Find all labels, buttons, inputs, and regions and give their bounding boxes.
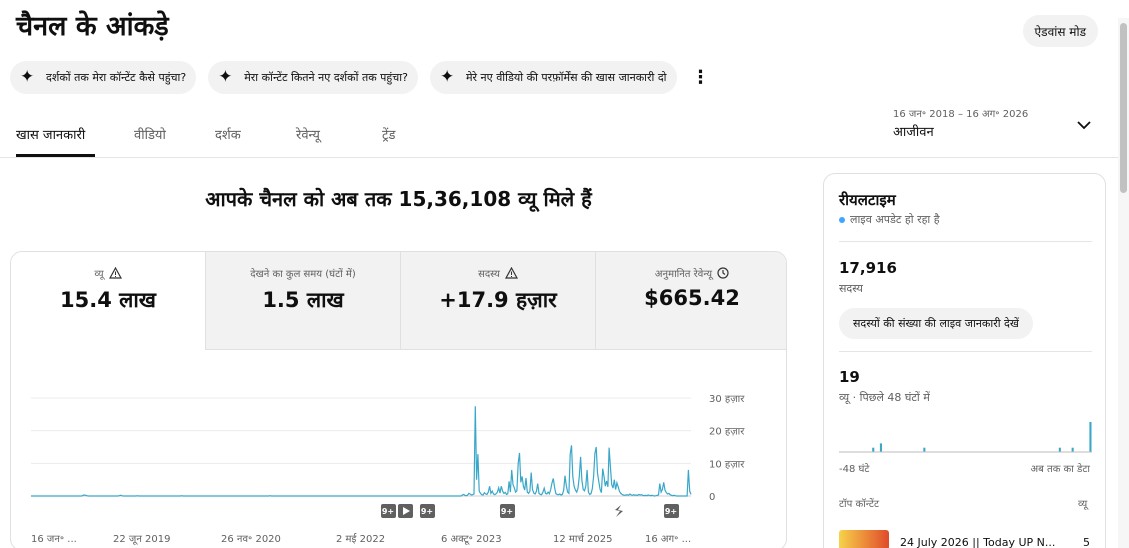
top-content-label: टॉप कॉन्टेंट bbox=[839, 499, 879, 510]
page-scrollbar[interactable] bbox=[1118, 18, 1129, 548]
realtime-bar bbox=[923, 447, 926, 452]
suggestion-chip-2[interactable]: ✦ मेरा कॉन्टेंट कितने नए दर्शकों तक पहुं… bbox=[208, 61, 418, 94]
x-tick-label: 2 मई 2022 bbox=[336, 533, 385, 545]
chip-label: दर्शकों तक मेरा कॉन्टेंट कैसे पहुंचा? bbox=[46, 71, 187, 84]
top-video-title[interactable]: 24 July 2026 || Today UP N... bbox=[900, 536, 1060, 548]
active-tab-indicator bbox=[16, 154, 95, 157]
metric-value: 1.5 लाख bbox=[262, 288, 344, 312]
views-line-chart[interactable]: 30 हज़ार 20 हज़ार 10 हज़ार 0 9+ 9+ 9+ 9+ 16 जन॰ … bbox=[11, 350, 787, 548]
page-title: चैनल के आंकड़े bbox=[16, 11, 169, 42]
chip-label: मेरा कॉन्टेंट कितने नए दर्शकों तक पहुंचा… bbox=[244, 71, 408, 84]
sparkle-icon: ✦ bbox=[439, 67, 455, 87]
realtime-views-label: व्यू · पिछले 48 घंटों में bbox=[839, 391, 930, 404]
x-tick-label: 16 अग॰ ... bbox=[645, 534, 691, 545]
divider bbox=[839, 241, 1092, 242]
video-marker-label: 9+ bbox=[421, 507, 433, 516]
realtime-bar bbox=[872, 447, 875, 452]
metric-value: 15.4 लाख bbox=[60, 288, 156, 312]
metric-tab-views[interactable]: व्यू 15.4 लाख bbox=[11, 252, 206, 350]
shorts-marker-icon[interactable] bbox=[612, 504, 627, 518]
realtime-bar bbox=[1071, 447, 1074, 452]
x-tick-label: 6 अक्टू॰ 2023 bbox=[441, 534, 502, 545]
tab-trends[interactable]: ट्रेंड bbox=[382, 125, 396, 143]
x-tick-label: 22 जून 2019 bbox=[113, 534, 171, 545]
more-options-icon[interactable]: ⋮ bbox=[691, 67, 711, 88]
scrollbar-thumb[interactable] bbox=[1120, 23, 1127, 193]
divider bbox=[839, 351, 1092, 352]
advanced-mode-button[interactable]: ऐडवांस मोड bbox=[1022, 15, 1098, 47]
y-tick-label: 20 हज़ार bbox=[709, 427, 745, 438]
realtime-bar-chart[interactable] bbox=[839, 406, 1092, 456]
top-video-views: 5 bbox=[1083, 536, 1090, 548]
chevron-down-icon[interactable] bbox=[1075, 116, 1093, 134]
metric-tab-revenue[interactable]: अनुमानित रेवेन्यू $665.42 bbox=[596, 252, 786, 350]
y-tick-label: 10 हज़ार bbox=[709, 459, 745, 470]
video-marker-label: 9+ bbox=[501, 507, 513, 516]
metric-label: देखने का कुल समय (घंटों में) bbox=[250, 269, 356, 280]
metric-value: +17.9 हज़ार bbox=[439, 288, 557, 312]
video-thumbnail[interactable] bbox=[839, 530, 889, 548]
chip-label: मेरे नए वीडियो की परफ़ॉर्मेंस की खास जान… bbox=[465, 71, 667, 84]
realtime-bar bbox=[1058, 447, 1061, 452]
live-status: लाइव अपडेट हो रहा है bbox=[839, 212, 940, 227]
subscriber-count: 17,916 bbox=[839, 259, 897, 277]
suggestion-chip-3[interactable]: ✦ मेरे नए वीडियो की परफ़ॉर्मेंस की खास ज… bbox=[429, 61, 677, 94]
sparkle-icon: ✦ bbox=[20, 67, 35, 87]
date-range-selector[interactable]: 16 जन॰ 2018 – 16 अग॰ 2026 आजीवन bbox=[893, 106, 1028, 140]
realtime-axis-start: -48 घंटे bbox=[839, 464, 870, 475]
date-range-dates: 16 जन॰ 2018 – 16 अग॰ 2026 bbox=[893, 109, 1029, 120]
warning-icon bbox=[108, 267, 122, 279]
x-tick-label: 16 जन॰ ... bbox=[31, 534, 77, 545]
y-tick-label: 30 हज़ार bbox=[709, 394, 745, 405]
tab-revenue[interactable]: रेवेन्यू bbox=[296, 125, 320, 143]
realtime-card: रीयलटाइम लाइव अपडेट हो रहा है 17,916 सदस… bbox=[823, 173, 1106, 548]
date-range-label: आजीवन bbox=[893, 125, 934, 140]
realtime-views-count: 19 bbox=[839, 368, 860, 386]
overview-chart-card: व्यू 15.4 लाख देखने का कुल समय (घंटों मे… bbox=[10, 251, 787, 548]
tab-overview[interactable]: खास जानकारी bbox=[16, 125, 85, 143]
x-tick-label: 12 मार्च 2025 bbox=[553, 533, 612, 545]
suggestion-chips: ✦ दर्शकों तक मेरा कॉन्टेंट कैसे पहुंचा? … bbox=[10, 61, 711, 94]
tab-audience[interactable]: दर्शक bbox=[215, 125, 241, 143]
metric-tab-watch-time[interactable]: देखने का कुल समय (घंटों में) 1.5 लाख bbox=[206, 252, 401, 350]
metric-tab-subscribers[interactable]: सदस्य +17.9 हज़ार bbox=[401, 252, 596, 350]
metric-value: $665.42 bbox=[644, 286, 740, 310]
tab-videos[interactable]: वीडियो bbox=[134, 125, 166, 143]
realtime-axis-end: अब तक का डेटा bbox=[1030, 464, 1090, 475]
realtime-bar bbox=[879, 443, 882, 452]
top-content-metric: व्यू bbox=[1078, 499, 1088, 510]
live-subscriber-button[interactable]: सदस्यों की संख्या की लाइव जानकारी देखें bbox=[839, 308, 1033, 339]
video-marker-label: 9+ bbox=[382, 507, 394, 516]
metric-label: अनुमानित रेवेन्यू bbox=[654, 269, 713, 280]
subscriber-label: सदस्य bbox=[839, 282, 863, 295]
metric-label: व्यू bbox=[94, 269, 104, 280]
video-marker-label: 9+ bbox=[665, 507, 677, 516]
realtime-title: रीयलटाइम bbox=[839, 191, 896, 209]
metric-label: सदस्य bbox=[478, 269, 500, 280]
views-series-line bbox=[31, 406, 692, 497]
x-tick-label: 26 नव॰ 2020 bbox=[221, 534, 281, 545]
warning-icon bbox=[504, 267, 518, 279]
clock-icon bbox=[717, 267, 729, 279]
live-status-text: लाइव अपडेट हो रहा है bbox=[850, 213, 940, 226]
realtime-bar bbox=[1089, 422, 1092, 452]
sparkle-icon: ✦ bbox=[218, 67, 233, 87]
live-dot-icon bbox=[839, 216, 845, 223]
suggestion-chip-1[interactable]: ✦ दर्शकों तक मेरा कॉन्टेंट कैसे पहुंचा? bbox=[10, 61, 197, 94]
y-tick-label: 0 bbox=[709, 492, 715, 503]
lifetime-views-headline: आपके चैनल को अब तक 15,36,108 व्यू मिले ह… bbox=[205, 187, 592, 211]
